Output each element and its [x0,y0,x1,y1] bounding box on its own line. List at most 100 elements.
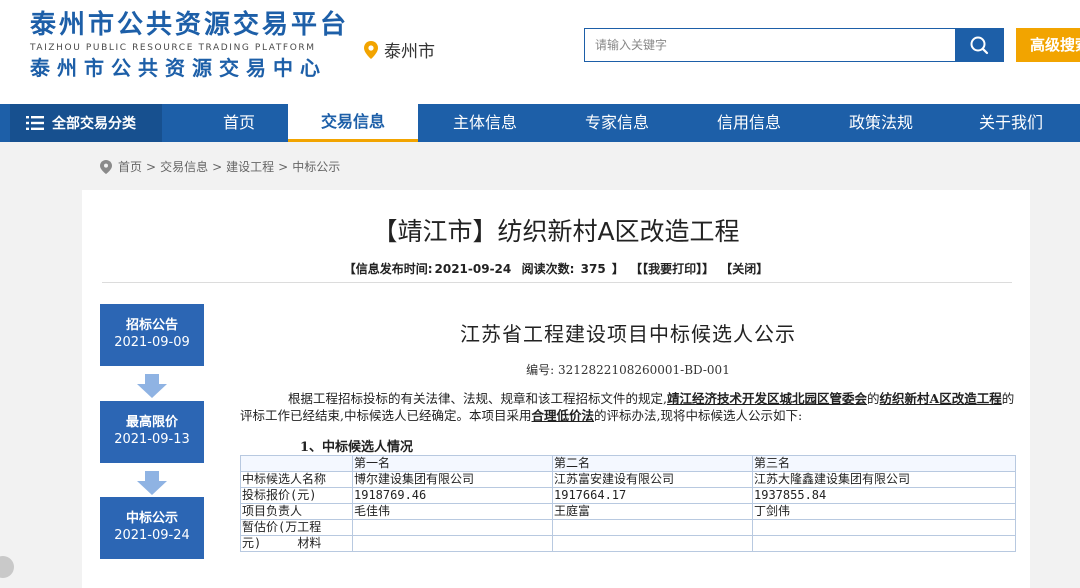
search-icon [970,36,989,55]
breadcrumb-separator: > [146,159,157,174]
table-cell-text: 元) [242,536,262,550]
article-meta: 【信息发布时间: 2021-09-24 阅读次数: 375 】 【【我要打印】】 … [82,260,1030,277]
nav-item-about[interactable]: 关于我们 [946,104,1076,142]
table-row: 暂估价(万工程 [240,519,1016,536]
evaluation-method: 合理低价法 [531,408,594,423]
project-name: 纺织新村A区改造工程 [879,391,1002,406]
table-cell: 博尔建设集团有限公司 [352,471,553,488]
print-link[interactable]: 【【我要打印】】 [630,262,714,276]
meta-bracket: 】 [611,262,624,276]
candidates-table: 第一名 第二名 第三名 中标候选人名称 博尔建设集团有限公司 江苏富安建设有限公… [240,455,1016,552]
breadcrumb-item-trading-info[interactable]: 交易信息 [160,158,208,175]
table-row: 中标候选人名称 博尔建设集团有限公司 江苏富安建设有限公司 江苏大隆鑫建设集团有… [240,471,1016,488]
breadcrumb-item-construction[interactable]: 建设工程 [226,158,274,175]
table-cell-text: 材料 [297,536,322,550]
title-divider [102,282,1012,283]
table-cell: 1917664.17 [552,487,753,504]
table-header-cell [240,455,353,472]
table-cell: 项目负责人 [240,503,353,520]
table-header-cell: 第二名 [552,455,753,472]
notice-paragraph: 根据工程招标投标的有关法律、法规、规章和该工程招标文件的规定,靖江经济技术开发区… [240,390,1016,424]
table-cell: 元) 材料 [240,535,353,552]
table-cell: 毛佳伟 [352,503,553,520]
table-row: 元) 材料 [240,535,1016,552]
side-float-button[interactable] [0,556,14,578]
search-input[interactable] [585,29,955,61]
table-header-cell: 第一名 [352,455,553,472]
down-arrow-icon [137,374,167,398]
city-name: 泰州市 [384,42,435,62]
search-button[interactable] [955,29,1003,61]
city-selector[interactable]: 泰州市 [364,37,435,62]
section-heading: 1、中标候选人情况 [300,440,414,455]
table-header-cell: 第三名 [752,455,1016,472]
breadcrumb: 首页 > 交易信息 > 建设工程 > 中标公示 [100,158,340,175]
table-header-row: 第一名 第二名 第三名 [240,455,1016,472]
table-cell [752,535,1016,552]
table-cell: 江苏大隆鑫建设集团有限公司 [752,471,1016,488]
timeline-step-max-price[interactable]: 最高限价 2021-09-13 [100,401,204,463]
timeline-step-label: 最高限价 [125,415,178,430]
notice-heading: 江苏省工程建设项目中标候选人公示 [460,322,796,346]
menu-list-icon [26,116,44,130]
publish-label: 【信息发布时间: [343,262,433,276]
logo-title-cn: 泰州市公共资源交易平台 [30,10,350,40]
breadcrumb-item-award-notice: 中标公示 [292,160,341,174]
read-count: 375 [580,262,606,276]
notice-number: 编号: 3212822108260001-BD-001 [526,363,730,377]
logo-subtitle-cn: 泰州市公共资源交易中心 [30,56,327,80]
timeline-step-label: 中标公示 [125,511,178,526]
table-cell [552,519,753,536]
table-cell [552,535,753,552]
timeline-step-label: 招标公告 [125,318,178,333]
advanced-search-button[interactable]: 高级搜索 [1016,28,1080,62]
timeline-step-tender-notice[interactable]: 招标公告 2021-09-09 [100,304,204,366]
nav-item-credit-info[interactable]: 信用信息 [684,104,814,142]
table-row: 项目负责人 毛佳伟 王庭富 丁剑伟 [240,503,1016,520]
timeline-step-date: 2021-09-13 [114,432,190,447]
table-cell: 投标报价(元) [240,487,353,504]
para-text: 根据工程招标投标的有关法律、法规、规章和该工程招标文件的规定, [288,391,667,406]
close-link[interactable]: 【关闭】 [720,262,768,276]
table-cell [352,519,553,536]
table-cell-text: 暂估价(万工程 [242,520,322,534]
process-timeline: 招标公告 2021-09-09 最高限价 2021-09-13 中标公示 202… [100,304,204,588]
breadcrumb-separator: > [278,159,289,174]
page-title: 【靖江市】纺织新村A区改造工程 [372,217,740,246]
table-cell: 暂估价(万工程 [240,519,353,536]
table-cell: 1937855.84 [752,487,1016,504]
nav-item-expert-info[interactable]: 专家信息 [552,104,682,142]
tenderer-name: 靖江经济技术开发区城北园区管委会 [666,391,867,406]
site-header: 泰州市公共资源交易平台 TAIZHOU PUBLIC RESOURCE TRAD… [0,0,1080,104]
table-cell [752,519,1016,536]
down-arrow-icon [137,471,167,495]
site-logo[interactable]: 泰州市公共资源交易平台 TAIZHOU PUBLIC RESOURCE TRAD… [30,10,350,81]
breadcrumb-separator: > [212,159,223,174]
nav-item-home[interactable]: 首页 [174,104,304,142]
read-count-label: 阅读次数: [521,262,575,276]
main-nav: 全部交易分类 首页 交易信息 主体信息 专家信息 信用信息 政策法规 关于我们 [0,104,1080,142]
timeline-step-date: 2021-09-09 [114,335,190,350]
nav-item-trading-info[interactable]: 交易信息 [288,104,418,142]
article-card: 【靖江市】纺织新村A区改造工程 【信息发布时间: 2021-09-24 阅读次数:… [82,190,1030,588]
publish-date: 2021-09-24 [434,262,512,276]
nav-item-policy[interactable]: 政策法规 [816,104,946,142]
breadcrumb-item-home[interactable]: 首页 [118,158,142,175]
table-cell [352,535,553,552]
table-row: 投标报价(元) 1918769.46 1917664.17 1937855.84 [240,487,1016,504]
timeline-step-date: 2021-09-24 [114,528,190,543]
all-categories-label: 全部交易分类 [52,116,136,132]
all-categories-menu[interactable]: 全部交易分类 [10,104,162,142]
search-box [584,28,1004,62]
table-cell: 中标候选人名称 [240,471,353,488]
table-cell: 1918769.46 [352,487,553,504]
para-text: 的评标办法,现将中标候选人公示如下: [594,408,803,423]
location-pin-icon [364,40,378,59]
location-pin-icon [100,159,112,174]
nav-item-entity-info[interactable]: 主体信息 [420,104,550,142]
para-text: 的 [867,391,880,406]
timeline-step-award-notice[interactable]: 中标公示 2021-09-24 [100,497,204,559]
table-cell: 江苏富安建设有限公司 [552,471,753,488]
notice-content: 江苏省工程建设项目中标候选人公示 编号: 3212822108260001-BD… [240,318,1016,552]
table-cell: 王庭富 [552,503,753,520]
